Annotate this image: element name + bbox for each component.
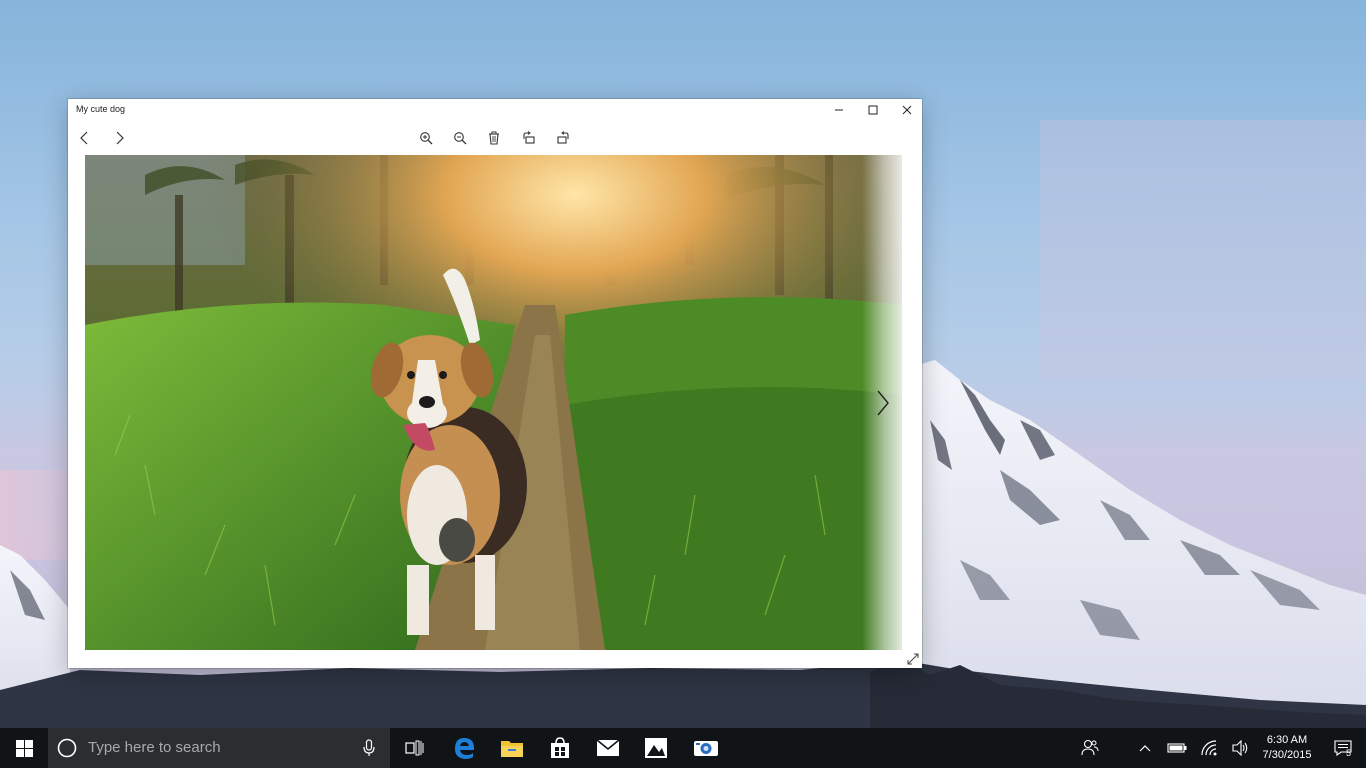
window-titlebar[interactable]: My cute dog bbox=[68, 99, 922, 121]
rotate-left-button[interactable] bbox=[517, 126, 541, 150]
taskbar: Type here to search 6:30 AM 7/30/2015 5 bbox=[0, 728, 1366, 768]
start-button[interactable] bbox=[0, 728, 48, 768]
chevron-up-icon bbox=[1139, 745, 1151, 752]
edge-button[interactable] bbox=[442, 728, 486, 768]
search-placeholder: Type here to search bbox=[88, 739, 221, 756]
dog-photo bbox=[85, 155, 902, 650]
cortana-icon bbox=[57, 738, 77, 758]
notification-count-badge: 5 bbox=[1346, 748, 1352, 758]
camera-app-icon bbox=[694, 741, 718, 756]
delete-button[interactable] bbox=[482, 126, 506, 150]
action-center-button[interactable] bbox=[1326, 728, 1360, 768]
delete-icon bbox=[489, 131, 499, 145]
photos-button[interactable] bbox=[634, 728, 678, 768]
forward-icon bbox=[116, 131, 124, 145]
file-explorer-icon bbox=[501, 741, 523, 757]
rotate-left-icon bbox=[523, 131, 535, 144]
network-button[interactable] bbox=[1196, 728, 1222, 768]
microphone-icon[interactable] bbox=[363, 739, 375, 757]
resize-handle[interactable] bbox=[906, 652, 920, 666]
minimize-button[interactable] bbox=[822, 99, 856, 121]
task-view-icon bbox=[405, 740, 424, 756]
zoom-out-icon bbox=[454, 132, 467, 145]
battery-button[interactable] bbox=[1164, 728, 1190, 768]
rotate-right-icon bbox=[557, 131, 569, 144]
battery-icon bbox=[1167, 743, 1187, 753]
edge-icon bbox=[455, 738, 474, 759]
clock-time: 6:30 AM bbox=[1266, 734, 1308, 746]
photos-icon bbox=[645, 738, 667, 758]
close-icon bbox=[902, 105, 912, 115]
next-image-button[interactable] bbox=[872, 389, 894, 417]
camera-app-button[interactable] bbox=[684, 728, 728, 768]
store-icon bbox=[551, 737, 569, 758]
chevron-right-icon bbox=[877, 390, 889, 416]
back-button[interactable] bbox=[73, 126, 97, 150]
people-icon bbox=[1081, 739, 1099, 756]
maximize-icon bbox=[868, 105, 878, 115]
image-toolbar bbox=[68, 123, 922, 153]
volume-icon bbox=[1232, 740, 1248, 756]
forward-button[interactable] bbox=[107, 126, 131, 150]
task-view-button[interactable] bbox=[396, 728, 434, 768]
mail-button[interactable] bbox=[586, 728, 630, 768]
taskbar-search-box[interactable]: Type here to search bbox=[48, 728, 390, 768]
mail-icon bbox=[596, 739, 620, 756]
maximize-button[interactable] bbox=[856, 99, 890, 121]
zoom-in-icon bbox=[420, 132, 433, 145]
file-explorer-button[interactable] bbox=[490, 728, 534, 768]
system-clock[interactable]: 6:30 AM 7/30/2015 bbox=[1256, 733, 1318, 763]
photos-app-window: My cute dog bbox=[68, 99, 922, 668]
store-button[interactable] bbox=[538, 728, 582, 768]
expand-icon bbox=[907, 653, 919, 665]
show-hidden-icons-button[interactable] bbox=[1132, 728, 1158, 768]
zoom-in-button[interactable] bbox=[414, 126, 438, 150]
wifi-icon bbox=[1201, 740, 1217, 756]
rotate-right-button[interactable] bbox=[551, 126, 575, 150]
close-button[interactable] bbox=[890, 99, 924, 121]
clock-date: 7/30/2015 bbox=[1262, 749, 1312, 761]
windows-logo-icon bbox=[15, 739, 33, 757]
window-title: My cute dog bbox=[76, 104, 126, 114]
zoom-out-button[interactable] bbox=[448, 126, 472, 150]
volume-button[interactable] bbox=[1228, 728, 1254, 768]
minimize-icon bbox=[835, 109, 843, 111]
image-viewport[interactable] bbox=[85, 155, 902, 650]
back-icon bbox=[80, 131, 88, 145]
people-button[interactable] bbox=[1076, 728, 1104, 768]
